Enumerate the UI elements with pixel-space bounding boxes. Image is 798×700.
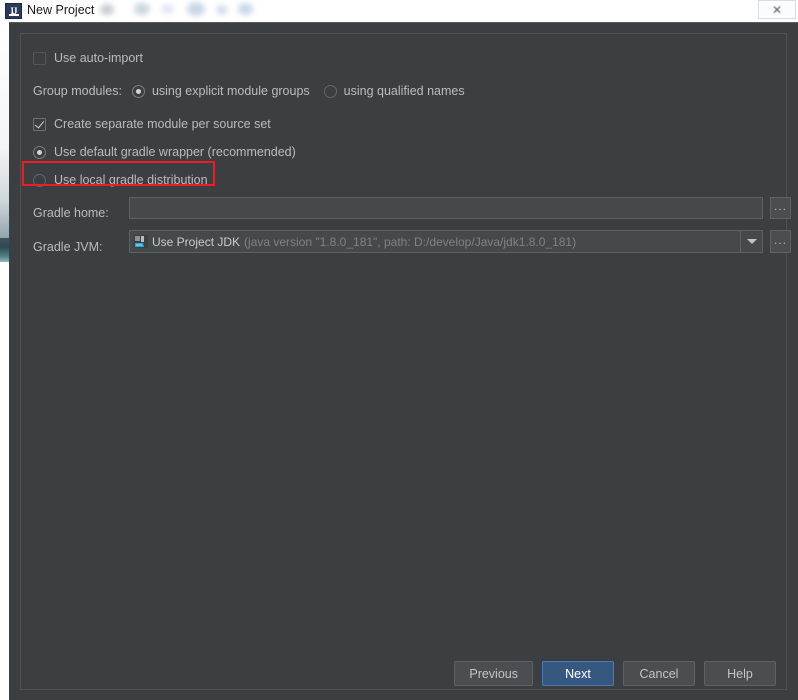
dialog-body: Use auto-import Group modules: using exp… (9, 22, 798, 700)
next-button-label: Next (565, 666, 591, 681)
separate-module-row[interactable]: Create separate module per source set (33, 118, 271, 131)
gradle-jvm-detail: (java version "1.8.0_181", path: D:/deve… (244, 234, 577, 249)
previous-button[interactable]: Previous (454, 661, 533, 686)
window-left-edge-accent (0, 238, 9, 264)
radio-use-local-gradle-distribution[interactable] (33, 174, 46, 187)
create-separate-module-checkbox[interactable] (33, 118, 46, 131)
gradle-home-input[interactable] (129, 197, 763, 219)
dialog-button-bar: Previous Next Cancel Help (454, 661, 776, 686)
window-left-edge-lower (0, 262, 9, 699)
group-modules-label: Group modules: (33, 84, 122, 99)
gradle-jvm-label-row: Gradle JVM: (33, 241, 102, 254)
gradle-jvm-browse-label: ... (773, 232, 787, 247)
window-left-edge (0, 22, 9, 240)
gradle-jvm-value: Use Project JDK (152, 234, 241, 249)
cancel-button-label: Cancel (639, 666, 679, 681)
gradle-jvm-combobox[interactable]: Use Project JDK (java version "1.8.0_181… (129, 230, 763, 253)
radio-using-qualified-names-label: using qualified names (343, 84, 465, 99)
redaction-smudge (161, 4, 174, 14)
window-title: New Project (27, 3, 95, 17)
radio-use-default-gradle-wrapper-label: Use default gradle wrapper (recommended) (54, 145, 296, 160)
gradle-home-label-row: Gradle home: (33, 207, 109, 220)
gradle-jvm-label: Gradle JVM: (33, 240, 103, 254)
title-bar: IJ New Project ✕ (0, 0, 798, 22)
use-auto-import-checkbox[interactable] (33, 52, 46, 65)
help-button-label: Help (727, 666, 753, 681)
group-modules-row: Group modules: using explicit module gro… (33, 85, 465, 98)
previous-button-label: Previous (469, 666, 518, 681)
next-button[interactable]: Next (542, 661, 614, 686)
create-separate-module-label: Create separate module per source set (54, 117, 271, 132)
gradle-home-label: Gradle home: (33, 206, 109, 220)
chevron-down-icon[interactable] (740, 231, 762, 252)
local-distribution-row[interactable]: Use local gradle distribution (33, 174, 208, 187)
redaction-smudge (187, 2, 205, 16)
new-project-dialog: IJ New Project ✕ Use auto-import Group m… (0, 0, 798, 700)
gradle-jvm-browse-button[interactable]: ... (770, 230, 791, 253)
jdk-icon (134, 235, 148, 248)
radio-use-default-gradle-wrapper[interactable] (33, 146, 46, 159)
cancel-button[interactable]: Cancel (623, 661, 695, 686)
redaction-smudge (100, 4, 114, 15)
auto-import-row[interactable]: Use auto-import (33, 52, 143, 65)
close-button[interactable]: ✕ (758, 0, 796, 19)
redaction-smudge (238, 3, 253, 15)
radio-use-local-gradle-distribution-label: Use local gradle distribution (54, 173, 208, 188)
use-auto-import-label: Use auto-import (54, 51, 143, 66)
default-wrapper-row[interactable]: Use default gradle wrapper (recommended) (33, 146, 296, 159)
intellij-idea-icon: IJ (5, 3, 22, 19)
dialog-content-panel: Use auto-import Group modules: using exp… (20, 33, 791, 690)
radio-using-explicit-module-groups-label: using explicit module groups (151, 84, 310, 99)
gradle-home-browse-label: ... (773, 199, 787, 213)
radio-using-qualified-names[interactable] (323, 85, 337, 98)
redaction-smudge (134, 3, 150, 15)
close-icon: ✕ (771, 2, 783, 17)
radio-using-explicit-module-groups[interactable] (131, 85, 145, 98)
gradle-home-browse-button[interactable]: ... (770, 197, 791, 219)
redaction-smudge (216, 5, 228, 15)
help-button[interactable]: Help (704, 661, 776, 686)
